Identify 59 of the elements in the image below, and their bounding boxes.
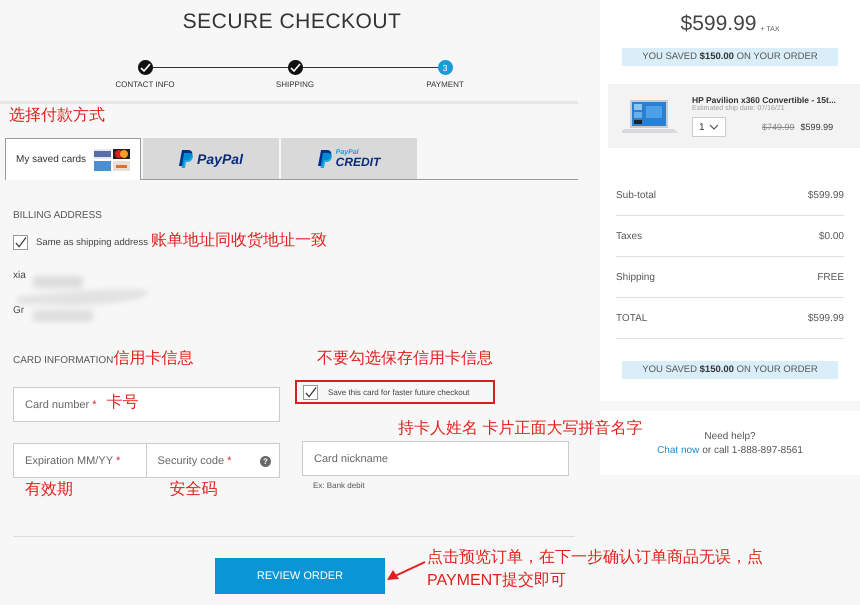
- address-line: Gr: [13, 305, 26, 318]
- savings-banner: YOU SAVED $150.00 ON YOUR ORDER: [622, 48, 838, 66]
- annotation-text: 持卡人姓名 卡片正面大写拼音名字: [398, 418, 642, 439]
- summary-label: Taxes: [616, 230, 642, 242]
- summary-value: $599.99: [808, 190, 844, 200]
- annotation-text: 点击预览订单，在下一步确认订单商品无误，点: [427, 548, 763, 568]
- help-icon[interactable]: ?: [260, 456, 271, 467]
- input-field[interactable]: Card nickname: [302, 441, 569, 476]
- required-mark: *: [227, 454, 232, 466]
- credit-logo-text: CREDIT: [336, 156, 380, 168]
- annotation-text: 不要勾选保存信用卡信息: [317, 348, 493, 369]
- checkbox-label: Save this card for faster future checkout: [328, 388, 470, 396]
- input-field[interactable]: Card number * 卡号: [13, 387, 280, 422]
- summary-value: $599.99: [808, 312, 844, 324]
- annotation-text: 账单地址同收货地址一致: [150, 230, 327, 251]
- annotation-text: PAYMENT提交即可: [427, 570, 567, 591]
- summary-value: FREE: [817, 272, 844, 282]
- step-label: CONTACT INFO: [115, 80, 175, 89]
- review-order-button[interactable]: REVIEW ORDER: [215, 558, 385, 594]
- step-number: 3: [438, 60, 452, 75]
- summary-label: Shipping: [616, 272, 655, 282]
- address-line: xia: [13, 270, 27, 283]
- section-heading: BILLING ADDRESS: [13, 210, 102, 221]
- original-price: $749.99: [762, 122, 795, 132]
- summary-value: $0.00: [818, 230, 844, 242]
- summary-label: Sub-total: [616, 190, 656, 200]
- quantity-value: 1: [699, 122, 705, 132]
- payment-tab[interactable]: PayPal: [143, 138, 279, 179]
- summary-label: TOTAL: [616, 312, 648, 324]
- product-name: HP Pavilion x360 Convertible - 15t...: [692, 95, 836, 105]
- total-price: $599.99: [680, 12, 756, 36]
- paypal-logo-text: PayPal: [197, 150, 243, 166]
- annotation-text: 有效期: [25, 480, 74, 500]
- annotation-text: 选择付款方式: [9, 106, 105, 126]
- phone-text: or call 1-888-897-8561: [702, 444, 803, 456]
- placeholder-text: Card number: [25, 398, 90, 410]
- input-field[interactable]: Security code * ?: [146, 443, 280, 478]
- input-field[interactable]: Expiration MM/YY *: [13, 443, 146, 478]
- tab-label: My saved cards: [16, 154, 86, 165]
- required-mark: *: [116, 454, 120, 466]
- annotation-text: 安全码: [170, 480, 218, 500]
- checkbox-label: Same as shipping address: [36, 237, 148, 248]
- chat-link[interactable]: Chat now: [657, 444, 700, 456]
- field-hint: Ex: Bank debit: [313, 481, 366, 490]
- quantity-select[interactable]: 1: [692, 117, 726, 137]
- savings-banner: YOU SAVED $150.00 ON YOUR ORDER: [622, 361, 838, 379]
- annotation-text: 信用卡信息: [113, 348, 194, 369]
- placeholder-text: Security code: [158, 454, 224, 466]
- sale-price: $599.99: [800, 122, 834, 132]
- section-heading: CARD INFORMATION: [13, 355, 114, 366]
- placeholder-text: Expiration MM/YY: [25, 454, 114, 466]
- placeholder-text: Card nickname: [314, 452, 388, 464]
- annotation-text: 卡号: [106, 392, 138, 413]
- step-label: SHIPPING: [276, 80, 314, 89]
- help-text: Need help?: [704, 430, 756, 442]
- required-mark: *: [92, 398, 96, 410]
- payment-tab[interactable]: My saved cards: [5, 138, 141, 180]
- step-label: PAYMENT: [426, 80, 464, 89]
- page-title: SECURE CHECKOUT: [182, 10, 402, 34]
